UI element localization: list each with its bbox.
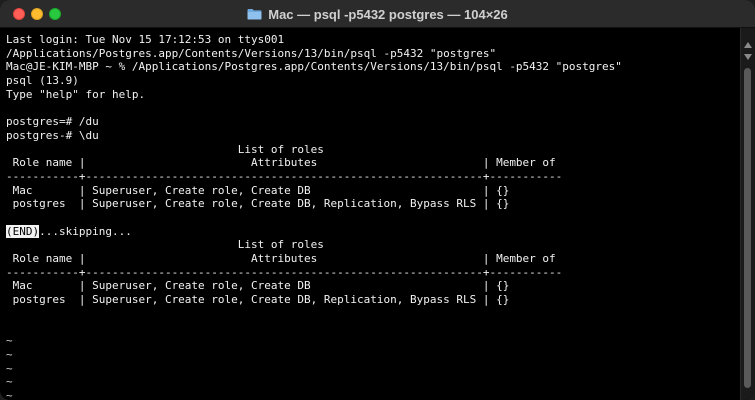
pager-skipping-text: ...skipping... <box>39 224 132 238</box>
terminal-line: Mac@JE-KIM-MBP ~ % /Applications/Postgre… <box>6 60 622 74</box>
window-title-area: Mac — psql -p5432 postgres — 104×26 <box>0 0 755 28</box>
terminal-line: /Applications/Postgres.app/Contents/Vers… <box>6 46 497 60</box>
folder-icon <box>247 8 262 20</box>
terminal-line: ~ <box>6 347 13 361</box>
terminal-output[interactable]: Last login: Tue Nov 15 17:12:53 on ttys0… <box>6 33 736 397</box>
terminal-line: Mac | Superuser, Create role, Create DB … <box>6 279 510 293</box>
terminal-line: (END)...skipping... <box>6 224 736 239</box>
terminal-line: postgres | Superuser, Create role, Creat… <box>6 197 510 211</box>
pager-end-marker: (END) <box>6 224 40 238</box>
terminal-line: ~ <box>6 375 13 389</box>
minimize-button[interactable] <box>31 8 43 20</box>
terminal-line: Type "help" for help. <box>6 87 146 101</box>
vertical-scrollbar[interactable] <box>740 28 755 400</box>
terminal-line: -----------+----------------------------… <box>6 169 563 183</box>
window-title: Mac — psql -p5432 postgres — 104×26 <box>268 6 508 22</box>
scroll-up-arrow-icon[interactable] <box>744 42 752 48</box>
terminal-line: postgres | Superuser, Create role, Creat… <box>6 293 510 307</box>
terminal-line: ~ <box>6 388 13 397</box>
maximize-button[interactable] <box>49 8 61 20</box>
terminal-line: List of roles <box>6 142 324 156</box>
terminal-line: List of roles <box>6 238 324 252</box>
terminal-line: Role name | Attributes | Member of <box>6 156 556 170</box>
terminal-window: Mac — psql -p5432 postgres — 104×26 Last… <box>0 0 755 400</box>
terminal-line: Last login: Tue Nov 15 17:12:53 on ttys0… <box>6 33 285 46</box>
terminal-line: ~ <box>6 361 13 375</box>
terminal-line: postgres-# \du <box>6 128 99 142</box>
terminal-line: ~ <box>6 334 13 348</box>
terminal-line: -----------+----------------------------… <box>6 265 563 279</box>
terminal-line: psql (13.9) <box>6 74 79 88</box>
scroll-thumb[interactable] <box>744 68 751 388</box>
terminal-line: postgres=# /du <box>6 115 99 129</box>
titlebar[interactable]: Mac — psql -p5432 postgres — 104×26 <box>0 0 755 28</box>
terminal-line: Mac | Superuser, Create role, Create DB … <box>6 183 510 197</box>
scroll-down-arrow-icon[interactable] <box>744 54 752 60</box>
close-button[interactable] <box>13 8 25 20</box>
terminal-line: Role name | Attributes | Member of <box>6 252 556 265</box>
